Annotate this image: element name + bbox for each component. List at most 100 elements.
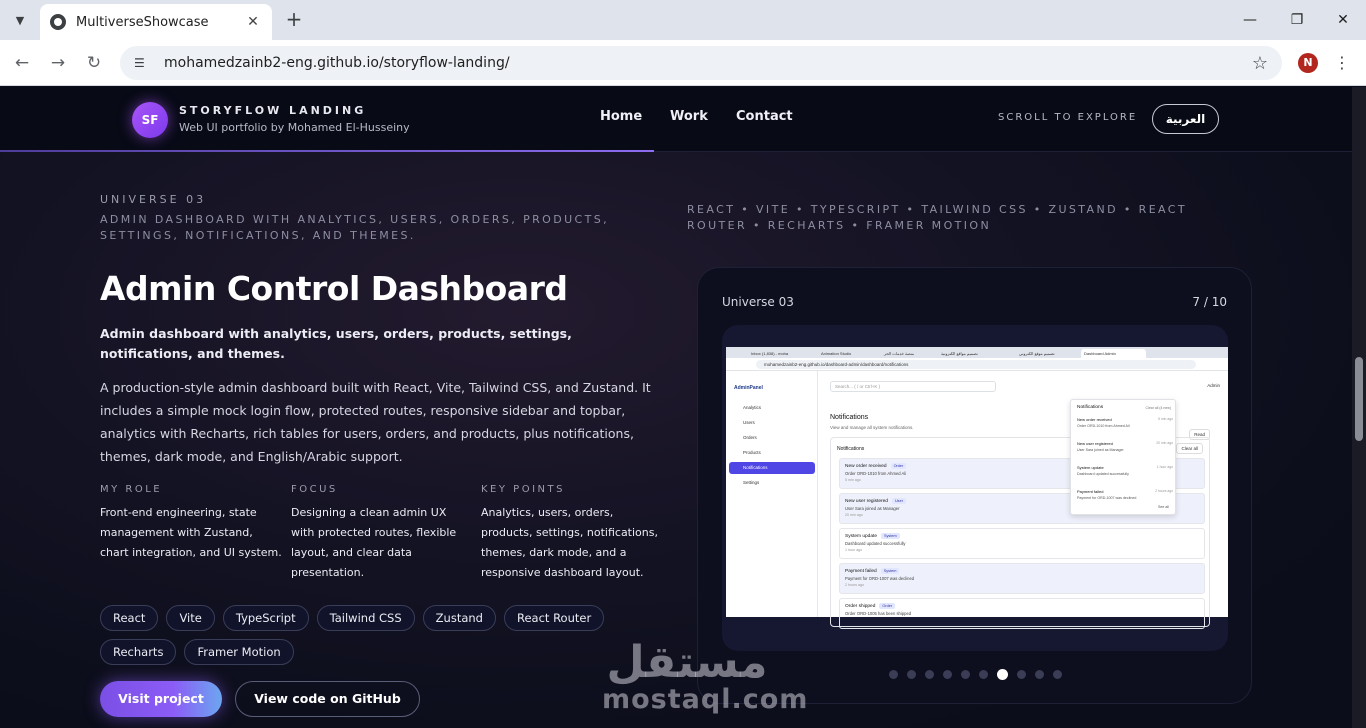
carousel-dot[interactable] (1053, 670, 1062, 679)
mini-pop-see-all: See all (1158, 505, 1169, 509)
mini-notif-time: 2 hours ago (845, 583, 864, 587)
project-title: Admin Control Dashboard (100, 269, 568, 308)
mini-pop-item-body: User Sara joined as Manager (1077, 448, 1124, 452)
close-icon[interactable]: ✕ (244, 14, 262, 30)
scrollbar-thumb[interactable] (1355, 357, 1363, 441)
mini-pop-item-time: 5 min ago (1158, 417, 1173, 421)
mini-pop-item: New order received Order ORD-1010 from A… (1077, 417, 1173, 428)
chip-tailwind: Tailwind CSS (316, 605, 415, 631)
mini-pop-item-body: Payment for ORD-1007 was declined (1077, 496, 1137, 500)
new-tab-plus-icon[interactable]: + (282, 8, 306, 32)
mini-admin-label: Admin (1207, 383, 1220, 388)
page-viewport: SF STORYFLOW LANDING Web UI portfolio by… (0, 87, 1366, 728)
mini-brand: AdminPanel (734, 385, 763, 391)
mini-pop-item: System update Dashboard updated successf… (1077, 465, 1173, 476)
carousel-dot[interactable] (979, 670, 988, 679)
chip-vite: Vite (166, 605, 215, 631)
meta-focus-heading: FOCUS (291, 484, 338, 495)
carousel-dot[interactable] (925, 670, 934, 679)
mini-pop-item-body: Dashboard updated successfully (1077, 472, 1129, 476)
mini-pop-title: Notifications (1077, 405, 1104, 410)
mini-url: mohamedzainb2-eng.github.io/dashboard-ad… (756, 360, 1196, 369)
chip-react-router: React Router (503, 605, 605, 631)
mini-pop-item-time: 2 hours ago (1155, 489, 1173, 493)
mini-pop-item: Payment failed Payment for ORD-1007 was … (1077, 489, 1173, 500)
language-toggle-button[interactable]: العربية (1152, 104, 1219, 134)
meta-points-body: Analytics, users, orders, products, sett… (481, 506, 658, 579)
project-description: A production-style admin dashboard built… (100, 380, 651, 464)
window-close-icon[interactable]: ✕ (1333, 10, 1353, 30)
reload-icon[interactable]: ↻ (83, 52, 105, 74)
mini-notif-body: Payment for ORD-1007 was declined (845, 576, 915, 581)
page-scrollbar[interactable] (1352, 87, 1366, 728)
project-tagline: Admin dashboard with analytics, users, o… (100, 326, 572, 361)
chip-zustand: Zustand (422, 605, 496, 631)
carousel-dot[interactable] (1035, 670, 1044, 679)
browser-menu-icon[interactable]: ⋮ (1334, 52, 1350, 74)
meta-points-heading: KEY POINTS (481, 484, 565, 495)
browser-tab-active[interactable]: MultiverseShowcase ✕ (40, 4, 272, 40)
mini-side-item: Users (743, 420, 755, 425)
back-arrow-icon[interactable]: ← (11, 52, 33, 74)
universe-label: UNIVERSE 03 (100, 193, 207, 206)
bookmark-star-icon[interactable]: ☆ (1252, 53, 1268, 74)
forward-arrow-icon[interactable]: → (47, 52, 69, 74)
browser-tabbar: ▼ MultiverseShowcase ✕ + — ❐ ✕ (0, 0, 1366, 40)
mini-notif-title: Payment failed (845, 569, 877, 574)
meta-role-body: Front-end engineering, state management … (100, 506, 282, 559)
mini-notif-tag: User (891, 498, 906, 504)
watermark-latin: mostaql.com (602, 684, 809, 715)
brand-subtitle: Web UI portfolio by Mohamed El-Husseiny (179, 121, 410, 134)
minimize-icon[interactable]: — (1240, 10, 1260, 30)
carousel-dot[interactable] (1017, 670, 1026, 679)
visit-project-button[interactable]: Visit project (100, 681, 222, 717)
mini-pop-item-time: 1 hour ago (1156, 465, 1173, 469)
mini-notif-tag: System (880, 568, 900, 574)
watermark-arabic: مستقل (606, 637, 768, 688)
meta-role-heading: MY ROLE (100, 484, 163, 495)
carousel-dots (889, 669, 1062, 680)
nav-contact[interactable]: Contact (736, 109, 793, 124)
address-bar[interactable]: ☰ mohamedzainb2-eng.github.io/storyflow-… (120, 46, 1282, 80)
restore-icon[interactable]: ❐ (1287, 10, 1307, 30)
carousel-dot[interactable] (907, 670, 916, 679)
mini-addressbar: mohamedzainb2-eng.github.io/dashboard-ad… (726, 358, 1228, 371)
mini-main: Search... ( / or Ctrl+K ) Admin Notifica… (824, 371, 1224, 629)
mini-notif-time: 1 hour ago (845, 548, 863, 552)
mini-pop-item-body: Order ORD-1010 from Ahmed Ali (1077, 424, 1130, 428)
mini-side-item: Products (743, 450, 761, 455)
mini-subheading: View and manage all system notifications… (830, 425, 914, 430)
mini-heading: Notifications (830, 414, 869, 421)
chip-typescript: TypeScript (222, 605, 309, 631)
carousel-dot[interactable] (961, 670, 970, 679)
mini-side-item: Settings (743, 480, 760, 485)
meta-role: MY ROLE Front-end engineering, state man… (100, 484, 282, 563)
mini-notification: Order shipped Order Order ORD-1005 has be… (839, 598, 1205, 629)
logo-badge[interactable]: SF (132, 102, 168, 138)
project-screenshot[interactable]: Inbox (1,838) - moha Animation Studio من… (722, 325, 1228, 651)
mini-notif-body: Order ORD-1005 has been shipped (845, 611, 912, 616)
url-text[interactable]: mohamedzainb2-eng.github.io/storyflow-la… (164, 55, 1252, 71)
mini-notif-title: New order received (845, 464, 887, 469)
tab-search-chevron-icon[interactable]: ▼ (8, 8, 32, 32)
mini-tabbar: Inbox (1,838) - moha Animation Studio من… (726, 347, 1228, 358)
card-universe-label: Universe 03 (722, 295, 794, 309)
mini-notif-title: Order shipped (845, 604, 876, 609)
mini-pop-item-time: 20 min ago (1156, 441, 1173, 445)
showcase-card: Universe 03 7 / 10 Inbox (1,838) - moha … (697, 267, 1252, 704)
meta-focus-body: Designing a clean admin UX with protecte… (291, 506, 457, 579)
mini-tab: تصميم مواقع الكترونية (941, 351, 978, 356)
carousel-dot[interactable] (943, 670, 952, 679)
mini-clear-all: Clear all (1176, 443, 1203, 454)
mini-dashboard-screenshot: Inbox (1,838) - moha Animation Studio من… (726, 347, 1228, 629)
carousel-dot-active[interactable] (997, 669, 1008, 680)
profile-avatar[interactable]: N (1298, 53, 1318, 73)
site-settings-icon[interactable]: ☰ (134, 55, 150, 71)
mini-side-item: Analytics (743, 405, 762, 410)
github-button[interactable]: View code on GitHub (235, 681, 420, 717)
mini-notification-popover: Notifications Clear all (4 new) New orde… (1070, 399, 1176, 515)
mini-notif-tag: Order (879, 603, 896, 609)
carousel-dot[interactable] (889, 670, 898, 679)
nav-home[interactable]: Home (600, 109, 642, 124)
nav-work[interactable]: Work (670, 109, 708, 124)
